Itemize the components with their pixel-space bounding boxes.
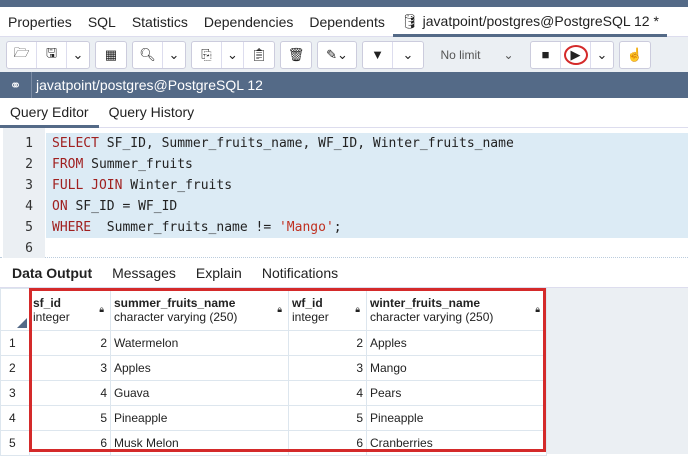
- tab-dependents[interactable]: Dependents: [301, 14, 393, 30]
- tab-properties[interactable]: Properties: [0, 14, 80, 30]
- tab-messages[interactable]: Messages: [102, 265, 186, 281]
- tab-dependencies[interactable]: Dependencies: [196, 14, 302, 30]
- chevron-down-icon[interactable]: ⌄: [591, 42, 613, 68]
- grid-empty-area: [546, 288, 688, 454]
- connection-bar: ⚭ javatpoint/postgres@PostgreSQL 12: [0, 72, 688, 98]
- toolbar: 🗁 🖫 ⌄ ▦ 🔍︎ ⌄ ⎘ ⌄ 📋︎ 🗑︎ ✎⌄ ▼ ⌄ No limit ⌄ ■ ▶ ⌄ ☝: [0, 37, 688, 72]
- limit-select[interactable]: No limit ⌄: [429, 41, 525, 69]
- edit-icon[interactable]: ✎⌄: [318, 42, 356, 68]
- connection-title: javatpoint/postgres@PostgreSQL 12: [36, 77, 263, 93]
- panel-tabs: Properties SQL Statistics Dependencies D…: [0, 7, 688, 37]
- connection-icon[interactable]: ⚭: [0, 72, 32, 98]
- open-file-icon[interactable]: 🗁: [7, 41, 37, 68]
- copy-icon[interactable]: ⎘: [192, 41, 222, 68]
- stop-icon[interactable]: ■: [531, 41, 561, 68]
- query-tabs: Query Editor Query History: [0, 98, 688, 128]
- sql-editor[interactable]: 1 SELECT SF_ID, Summer_fruits_name, WF_ID…: [0, 128, 688, 258]
- paste-icon[interactable]: 📋︎: [244, 42, 274, 68]
- search-icon[interactable]: 🔍︎: [133, 41, 163, 68]
- tab-query-editor[interactable]: Query Editor: [0, 98, 99, 128]
- save-data-icon[interactable]: ▦: [96, 42, 126, 68]
- filter-icon[interactable]: ▼: [363, 41, 393, 68]
- chevron-down-icon[interactable]: ⌄: [222, 41, 244, 68]
- delete-icon[interactable]: 🗑︎: [281, 42, 311, 68]
- tab-query-tool-label: javatpoint/postgres@PostgreSQL 12 *: [422, 12, 659, 29]
- chevron-down-icon[interactable]: ⌄: [67, 42, 89, 68]
- hand-icon[interactable]: ☝: [620, 42, 650, 68]
- output-tabs: Data Output Messages Explain Notificatio…: [0, 258, 688, 288]
- limit-value: No limit: [440, 47, 481, 62]
- tab-notifications[interactable]: Notifications: [252, 265, 348, 281]
- tab-statistics[interactable]: Statistics: [124, 14, 196, 30]
- chevron-down-icon[interactable]: ⌄: [393, 42, 423, 68]
- select-all-corner[interactable]: [0, 288, 30, 331]
- tab-explain[interactable]: Explain: [186, 265, 252, 281]
- tab-data-output[interactable]: Data Output: [0, 265, 102, 281]
- tab-query-tool[interactable]: 🛢 javatpoint/postgres@PostgreSQL 12 *: [392, 7, 667, 37]
- chevron-down-icon: ⌄: [503, 47, 514, 62]
- execute-icon[interactable]: ▶: [561, 41, 591, 68]
- database-icon: 🛢: [400, 12, 419, 29]
- tab-sql[interactable]: SQL: [80, 14, 124, 30]
- chevron-down-icon[interactable]: ⌄: [163, 42, 185, 68]
- highlight-box: [29, 288, 546, 452]
- save-icon[interactable]: 🖫: [37, 41, 67, 68]
- tab-query-history[interactable]: Query History: [99, 98, 205, 128]
